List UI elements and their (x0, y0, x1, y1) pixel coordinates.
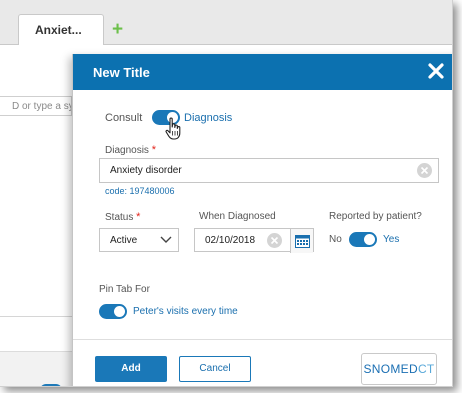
reported-by-patient-label: Reported by patient? (329, 211, 422, 222)
reported-no-label: No (329, 234, 342, 245)
background-search-input[interactable]: D or type a sy (0, 96, 72, 116)
toggle-knob (364, 234, 375, 245)
reported-by-patient-toggle[interactable] (349, 232, 377, 247)
reported-yes-label: Yes (383, 234, 400, 245)
diagnosis-field[interactable]: Anxiety disorder (99, 158, 439, 183)
dialog-header: New Title (73, 54, 452, 90)
status-select[interactable]: Active (99, 228, 179, 252)
divider (0, 316, 72, 317)
clear-icon[interactable] (417, 163, 432, 178)
tab-label: Anxiet... (35, 23, 82, 37)
cancel-button[interactable]: Cancel (179, 356, 251, 382)
diagnosis-value: Anxiety disorder (110, 165, 182, 176)
snomed-text: SNOMED (363, 362, 418, 376)
pin-tab-label: Pin Tab For (99, 284, 150, 295)
hand-pointer-icon (165, 117, 183, 146)
calendar-icon (295, 235, 310, 248)
when-diagnosed-field[interactable]: 02/10/2018 (194, 228, 314, 253)
new-title-dialog: New Title Consult Diagnosis Diagnosis * … (72, 54, 452, 386)
status-label-text: Status (105, 212, 134, 223)
snomed-ct-logo: SNOMEDCT (361, 353, 437, 385)
pin-tab-option: Peter's visits every time (133, 306, 238, 317)
diagnosis-code: code: 197480006 (105, 186, 175, 196)
pin-tab-toggle[interactable] (99, 304, 127, 319)
status-label: Status * (105, 211, 140, 223)
add-button[interactable]: Add (95, 356, 167, 382)
required-marker: * (136, 211, 141, 223)
clear-icon[interactable] (267, 233, 282, 248)
diagnosis-label-text: Diagnosis (105, 145, 149, 156)
diagnosis-toggle-label: Diagnosis (184, 112, 233, 124)
tab-anxiety[interactable]: Anxiet... (18, 14, 104, 45)
consult-label: Consult (105, 112, 143, 124)
close-icon[interactable] (425, 60, 447, 82)
calendar-button[interactable] (290, 229, 313, 253)
when-diagnosed-value: 02/10/2018 (205, 235, 256, 246)
required-marker: * (151, 144, 156, 156)
background-badge (40, 384, 62, 386)
footer-divider (73, 339, 452, 340)
diagnosis-field-label: Diagnosis * (105, 144, 156, 156)
toggle-knob (114, 306, 125, 317)
background-footer (0, 351, 72, 386)
chevron-down-icon (160, 236, 172, 243)
app-window: Anxiet... + D or type a sy New Title Con… (0, 0, 453, 387)
tab-bar: Anxiet... + (0, 0, 452, 45)
plus-icon[interactable]: + (112, 20, 123, 39)
status-value: Active (110, 235, 138, 246)
ct-text: CT (417, 362, 435, 376)
dialog-title: New Title (93, 65, 150, 80)
search-placeholder: D or type a sy (12, 101, 72, 112)
when-diagnosed-label: When Diagnosed (199, 211, 276, 222)
